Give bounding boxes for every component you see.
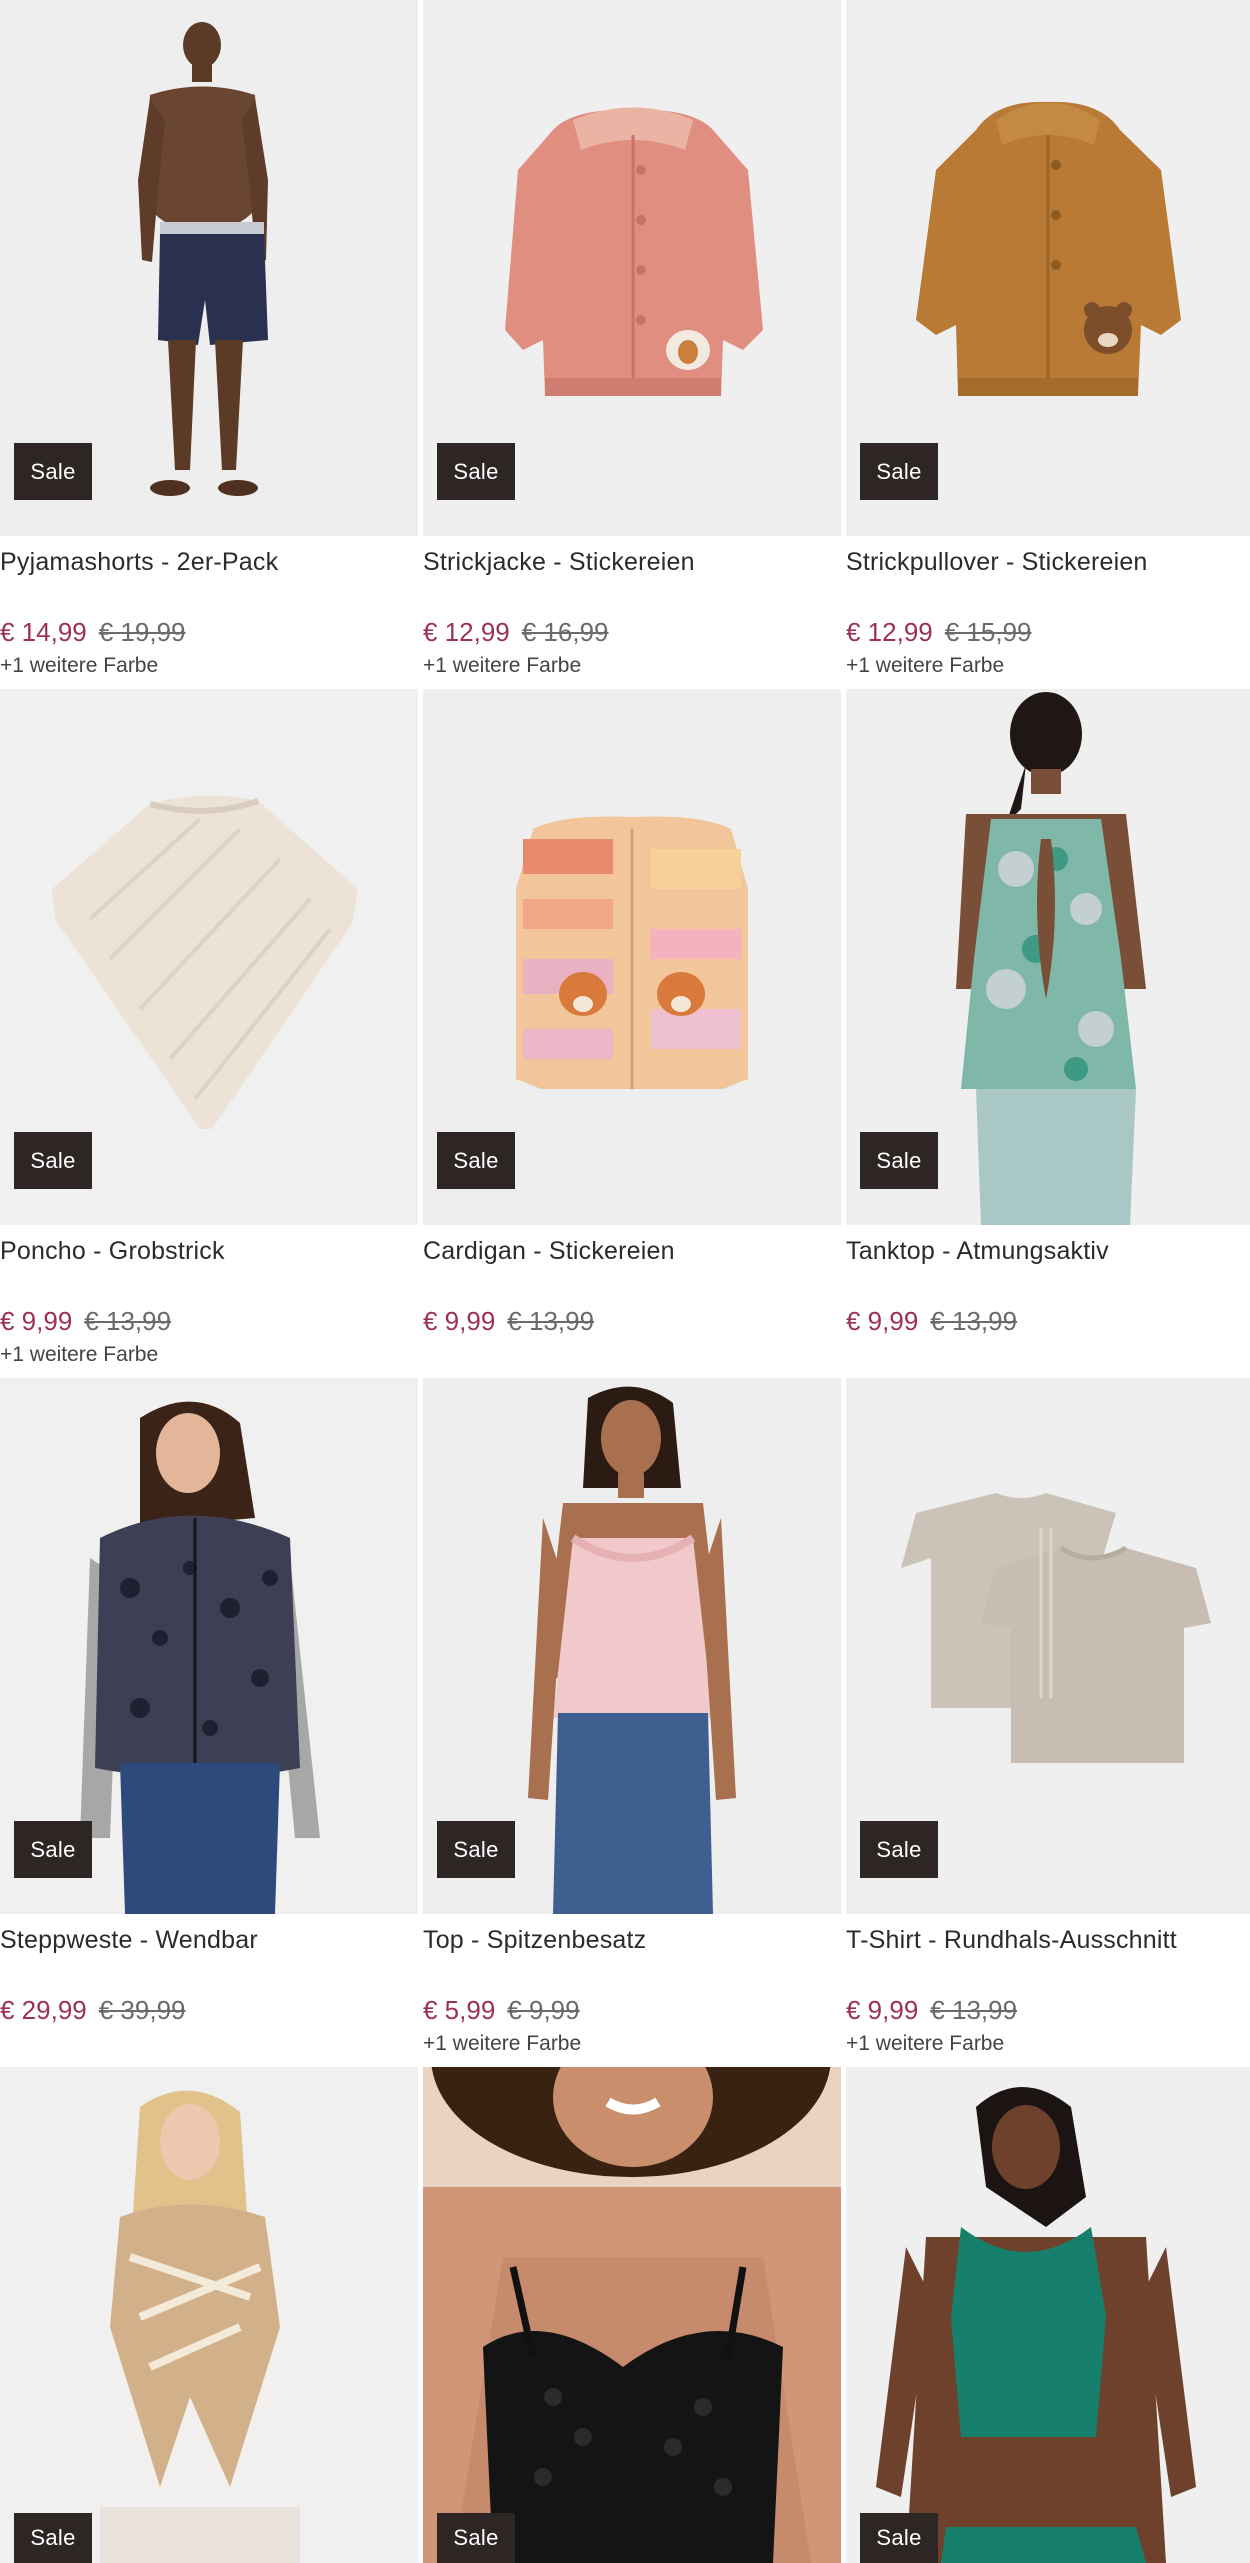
product-grid-row-partial: Sale Sale Sale [0,2067,1250,2563]
product-image[interactable]: Sale [0,689,418,1225]
product-card[interactable]: Sale Poncho - Grobstrick € 9,99 € 13,99 +… [0,689,418,1378]
product-card[interactable]: Sale Steppweste - Wendbar € 29,99 € 39,99 [0,1378,418,2067]
product-card[interactable]: Sale Cardigan - Stickereien € 9,99 € 13,9… [423,689,841,1378]
product-card[interactable]: Sale Strickjacke - Stickereien € 12,99 € … [423,0,841,689]
sale-badge: Sale [860,1821,938,1878]
price-row: € 5,99 € 9,99 [423,1995,841,2026]
price-row: € 12,99 € 16,99 [423,617,841,648]
current-price: € 29,99 [0,1995,87,2025]
more-colors-link[interactable]: +1 weitere Farbe [846,2032,1250,2056]
price-row: € 9,99 € 13,99 [846,1995,1250,2026]
price-row: € 9,99 € 13,99 [846,1306,1250,1337]
more-colors-link[interactable]: +1 weitere Farbe [846,654,1250,678]
more-colors-link[interactable]: +1 weitere Farbe [423,2032,841,2056]
current-price: € 9,99 [846,1306,919,1336]
product-image[interactable]: Sale [423,0,841,536]
sale-badge: Sale [437,1821,515,1878]
price-row: € 14,99 € 19,99 [0,617,418,648]
original-price: € 13,99 [930,1306,1018,1336]
more-colors-link[interactable]: +1 weitere Farbe [0,1343,418,1367]
price-row: € 29,99 € 39,99 [0,1995,418,2026]
product-image[interactable]: Sale [0,0,418,536]
product-card[interactable]: Sale [0,2067,418,2563]
product-card[interactable]: Sale Pyjamashorts - 2er-Pack € 14,99 € 19… [0,0,418,689]
sale-badge: Sale [14,1132,92,1189]
product-card[interactable]: Sale Tanktop - Atmungsaktiv € 9,99 € 13,9… [846,689,1250,1378]
more-colors-link[interactable]: +1 weitere Farbe [0,654,418,678]
current-price: € 14,99 [0,617,87,647]
product-image[interactable]: Sale [423,2067,841,2563]
product-grid: Sale Pyjamashorts - 2er-Pack € 14,99 € 19… [0,0,1250,2067]
product-title[interactable]: Strickpullover - Stickereien [846,548,1250,577]
price-row: € 9,99 € 13,99 [0,1306,418,1337]
sale-badge: Sale [437,2513,515,2563]
price-row: € 9,99 € 13,99 [423,1306,841,1337]
price-row: € 12,99 € 15,99 [846,617,1250,648]
product-title[interactable]: Pyjamashorts - 2er-Pack [0,548,418,577]
product-title[interactable]: Tanktop - Atmungsaktiv [846,1237,1250,1266]
product-title[interactable]: Top - Spitzenbesatz [423,1926,841,1955]
product-card[interactable]: Sale T-Shirt - Rundhals-Ausschnitt € 9,9… [846,1378,1250,2067]
sale-badge: Sale [14,443,92,500]
product-card[interactable]: Sale Top - Spitzenbesatz € 5,99 € 9,99 +1… [423,1378,841,2067]
sale-badge: Sale [437,443,515,500]
original-price: € 13,99 [507,1306,595,1336]
original-price: € 9,99 [507,1995,580,2025]
black-bra-photo-icon [423,2067,841,2563]
sale-badge: Sale [860,1132,938,1189]
product-title[interactable]: Poncho - Grobstrick [0,1237,418,1266]
current-price: € 9,99 [846,1995,919,2025]
original-price: € 39,99 [98,1995,186,2025]
sale-badge: Sale [860,443,938,500]
product-card[interactable]: Sale [846,2067,1250,2563]
product-image[interactable]: Sale [846,689,1250,1225]
product-card[interactable]: Sale [423,2067,841,2563]
current-price: € 9,99 [423,1306,496,1336]
original-price: € 13,99 [84,1306,172,1336]
sale-badge: Sale [14,2513,92,2563]
current-price: € 5,99 [423,1995,496,2025]
product-image[interactable]: Sale [846,1378,1250,1914]
product-image[interactable]: Sale [0,2067,418,2563]
woman-scarf-photo-icon [0,2067,418,2563]
product-image[interactable]: Sale [423,1378,841,1914]
original-price: € 13,99 [930,1995,1018,2025]
product-image[interactable]: Sale [846,2067,1250,2563]
product-image[interactable]: Sale [846,0,1250,536]
product-image[interactable]: Sale [0,1378,418,1914]
product-card[interactable]: Sale Strickpullover - Stickereien € 12,9… [846,0,1250,689]
product-image[interactable]: Sale [423,689,841,1225]
original-price: € 15,99 [944,617,1032,647]
original-price: € 19,99 [98,617,186,647]
green-sports-top-photo-icon [846,2067,1250,2563]
product-title[interactable]: Cardigan - Stickereien [423,1237,841,1266]
product-title[interactable]: Steppweste - Wendbar [0,1926,418,1955]
more-colors-link[interactable]: +1 weitere Farbe [423,654,841,678]
product-title[interactable]: Strickjacke - Stickereien [423,548,841,577]
current-price: € 9,99 [0,1306,73,1336]
current-price: € 12,99 [846,617,933,647]
sale-badge: Sale [860,2513,938,2563]
product-title[interactable]: T-Shirt - Rundhals-Ausschnitt [846,1926,1250,1955]
original-price: € 16,99 [521,617,609,647]
sale-badge: Sale [14,1821,92,1878]
sale-badge: Sale [437,1132,515,1189]
current-price: € 12,99 [423,617,510,647]
